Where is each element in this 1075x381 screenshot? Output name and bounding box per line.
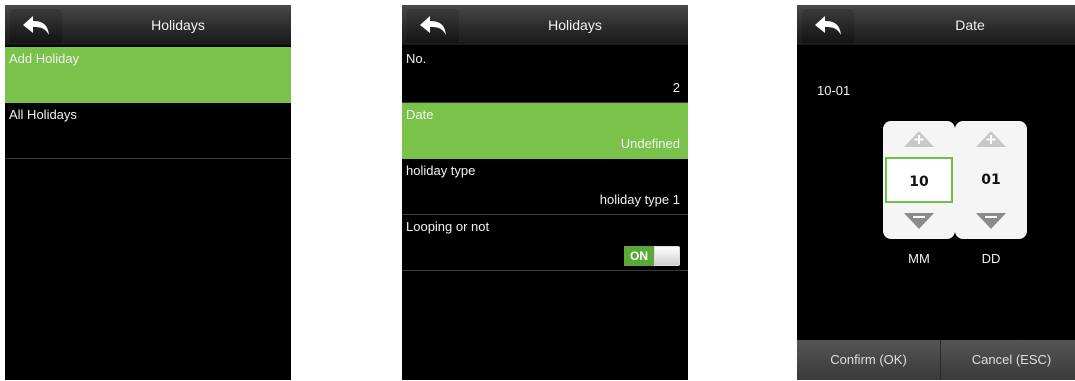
confirm-button[interactable]: Confirm (OK) <box>797 340 941 380</box>
date-display: 10-01 <box>817 83 851 98</box>
back-arrow-icon <box>420 16 446 35</box>
month-label: MM <box>908 251 930 266</box>
page-title: Holidays <box>151 17 205 33</box>
cancel-button[interactable]: Cancel (ESC) <box>940 340 1075 380</box>
field-label: holiday type <box>406 163 476 178</box>
back-button[interactable] <box>407 9 459 43</box>
back-arrow-icon <box>23 16 49 35</box>
menu-item-label: Add Holiday <box>9 51 80 66</box>
action-bar: Confirm (OK) Cancel (ESC) <box>797 340 1075 380</box>
back-button[interactable] <box>802 9 854 43</box>
day-value[interactable]: 01 <box>957 157 1025 203</box>
field-date[interactable]: Date Undefined <box>402 103 688 159</box>
down-triangle-icon[interactable] <box>904 213 934 229</box>
plus-arrow-icon[interactable] <box>976 131 1006 147</box>
page-title: Holidays <box>548 17 602 33</box>
holiday-edit-screen: Holidays No. 2 Date Undefined holiday ty… <box>402 5 688 380</box>
date-picker-screen: Date 10-01 10 01 MM DD Confirm (OK) Canc… <box>797 5 1075 380</box>
title-bar: Holidays <box>402 5 688 45</box>
day-spinner: 01 <box>955 121 1027 239</box>
down-triangle-icon[interactable] <box>976 213 1006 229</box>
field-holiday-type[interactable]: holiday type holiday type 1 <box>402 159 688 215</box>
field-looping: Looping or not ON <box>402 215 688 271</box>
menu-item-all-holidays[interactable]: All Holidays <box>5 103 291 159</box>
month-value[interactable]: 10 <box>885 157 953 203</box>
back-arrow-icon <box>815 16 841 35</box>
field-value: holiday type 1 <box>599 192 680 207</box>
back-button[interactable] <box>10 9 62 43</box>
holidays-menu-screen: Holidays Add Holiday All Holidays <box>5 5 291 380</box>
menu-item-add-holiday[interactable]: Add Holiday <box>5 47 291 103</box>
field-number[interactable]: No. 2 <box>402 47 688 103</box>
looping-toggle[interactable]: ON <box>624 246 680 266</box>
toggle-state-label: ON <box>624 246 654 266</box>
month-spinner: 10 <box>883 121 955 239</box>
field-value: Undefined <box>620 136 680 151</box>
menu-item-label: All Holidays <box>9 107 77 122</box>
field-label: Date <box>406 107 434 122</box>
field-label: No. <box>406 51 427 66</box>
title-bar: Holidays <box>5 5 291 45</box>
field-value: 2 <box>672 80 680 95</box>
plus-arrow-icon[interactable] <box>904 131 934 147</box>
page-title: Date <box>955 17 985 33</box>
field-label: Looping or not <box>406 219 490 234</box>
day-label: DD <box>981 251 1001 266</box>
title-bar: Date <box>797 5 1075 45</box>
toggle-knob <box>655 247 679 265</box>
